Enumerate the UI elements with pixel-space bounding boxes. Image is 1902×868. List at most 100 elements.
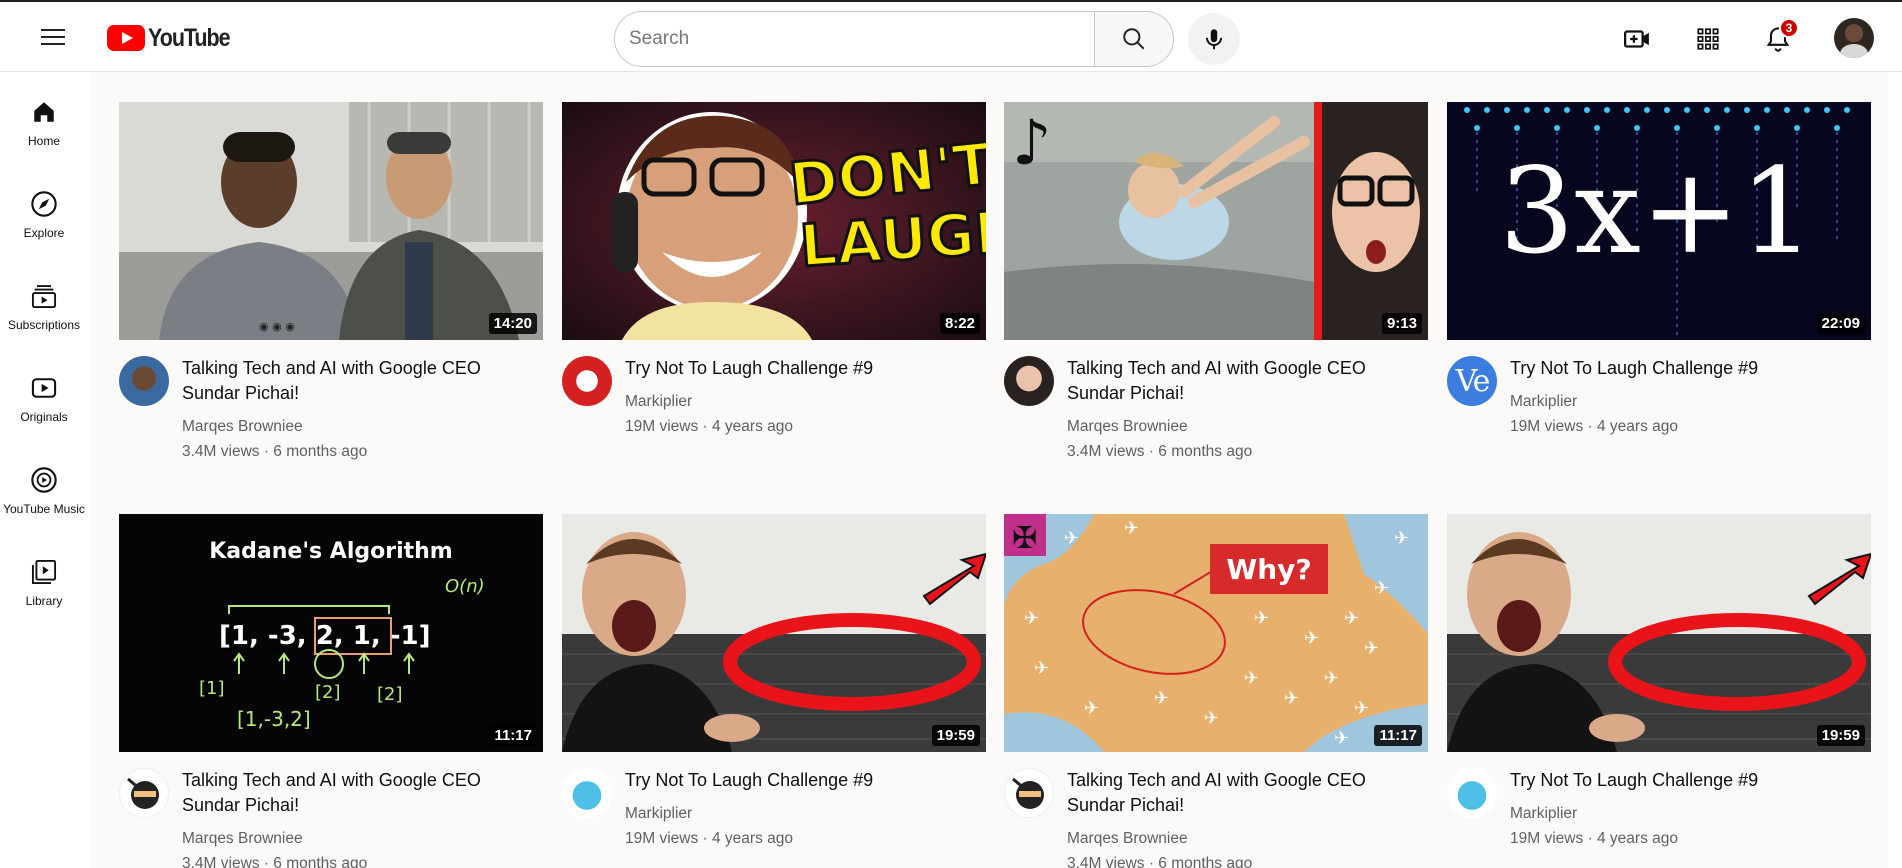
library-icon	[30, 558, 58, 586]
video-thumbnail[interactable]: ◉ ◉ ◉ 14:20	[119, 102, 543, 340]
notifications-button[interactable]: 3	[1761, 18, 1799, 56]
search-icon	[1123, 28, 1145, 50]
originals-icon	[30, 374, 58, 402]
video-duration: 8:22	[939, 313, 980, 334]
channel-name[interactable]: Markiplier	[625, 393, 692, 411]
video-card: ♪ 9:13 Talking Tech and AI with Google C…	[1004, 102, 1428, 460]
sidebar-item-home[interactable]: Home	[0, 72, 88, 152]
video-stats: 3.4M views · 6 months ago	[1067, 855, 1253, 868]
video-thumbnail[interactable]: Why? ✈ ✈ ✈ ✈ ✈ ✈ ✈ ✈ ✈ ✈ ✈ ✈ ✈ ✈ ✈ ✈ ✈ ✈ ✠ 11:17	[1004, 514, 1428, 752]
svg-text:✈: ✈	[1344, 608, 1359, 629]
video-title[interactable]: Talking Tech and AI with Google CEO Sund…	[182, 768, 532, 818]
youtube-logo[interactable]: YouTube	[107, 23, 243, 53]
map-thumbnail-art: Why? ✈ ✈✈✈✈✈✈ ✈✈✈✈✈✈✈ ✈✈✈✈ ✠	[1004, 514, 1428, 752]
sidebar-item-label: Explore	[23, 226, 65, 240]
video-stats: 19M views · 4 years ago	[625, 830, 793, 847]
channel-avatar-text: Ve	[1455, 363, 1491, 399]
video-stats: 3.4M views · 6 months ago	[182, 855, 368, 868]
sidebar-item-label: Originals	[20, 410, 68, 424]
channel-avatar[interactable]	[1004, 768, 1054, 818]
channel-name[interactable]: Markiplier	[1510, 393, 1577, 411]
top-bar: YouTube 3	[0, 0, 1902, 72]
svg-text:✈: ✈	[1204, 708, 1219, 729]
microphone-icon	[1205, 29, 1223, 50]
notification-badge: 3	[1779, 18, 1799, 38]
video-title[interactable]: Try Not To Laugh Challenge #9	[1510, 768, 1860, 793]
video-duration: 11:17	[489, 725, 537, 746]
sidebar-item-youtube-music[interactable]: YouTube Music	[0, 440, 88, 520]
video-thumbnail[interactable]: ♪ 9:13	[1004, 102, 1428, 340]
channel-name[interactable]: Marqes Browniee	[1067, 830, 1188, 848]
video-stats: 19M views · 4 years ago	[625, 418, 793, 435]
channel-name[interactable]: Marqes Browniee	[182, 830, 303, 848]
hamburger-menu-icon[interactable]	[36, 24, 70, 54]
video-meta: Talking Tech and AI with Google CEO Sund…	[119, 356, 543, 466]
video-meta: Try Not To Laugh Challenge #9 Markiplier…	[562, 356, 986, 466]
video-duration: 14:20	[488, 313, 537, 334]
channel-name[interactable]: Markiplier	[1510, 805, 1577, 823]
channel-name[interactable]: Markiplier	[625, 805, 692, 823]
video-title[interactable]: Talking Tech and AI with Google CEO Sund…	[1067, 356, 1417, 406]
video-thumbnail[interactable]: 19:59	[1447, 514, 1871, 752]
search-button[interactable]	[1094, 11, 1174, 67]
svg-text:✈: ✈	[1034, 658, 1049, 679]
channel-avatar[interactable]: Ve	[1447, 356, 1497, 406]
svg-text:✈: ✈	[1244, 668, 1259, 689]
video-stats: 19M views · 4 years ago	[1510, 830, 1678, 847]
channel-avatar[interactable]	[562, 768, 612, 818]
logo-text: YouTube	[148, 23, 231, 52]
video-grid: ◉ ◉ ◉ 14:20 Talking Tech and AI with Goo…	[90, 72, 1888, 868]
svg-text:✈: ✈	[1364, 638, 1379, 659]
voice-search-button[interactable]	[1188, 13, 1240, 65]
video-title[interactable]: Talking Tech and AI with Google CEO Sund…	[182, 356, 532, 406]
svg-text:[1]: [1]	[199, 678, 225, 699]
video-stats: 3.4M views · 6 months ago	[182, 443, 368, 460]
video-meta: Ve Try Not To Laugh Challenge #9 Markipl…	[1447, 356, 1871, 466]
search-input[interactable]	[614, 11, 1094, 67]
video-thumbnail[interactable]: DON'T LAUGH 8:22	[562, 102, 986, 340]
channel-avatar[interactable]	[1004, 356, 1054, 406]
svg-text:✈: ✈	[1084, 698, 1099, 719]
channel-avatar[interactable]	[119, 768, 169, 818]
video-meta: Talking Tech and AI with Google CEO Sund…	[119, 768, 543, 868]
video-thumbnail[interactable]: Kadane's Algorithm [1, -3, 2, 1, -1] [1]…	[119, 514, 543, 752]
video-meta: Try Not To Laugh Challenge #9 Markiplier…	[562, 768, 986, 868]
circled-floor-thumbnail-art	[1447, 514, 1871, 752]
video-title[interactable]: Try Not To Laugh Challenge #9	[625, 768, 975, 793]
channel-avatar[interactable]	[1447, 768, 1497, 818]
svg-text:O(n): O(n)	[445, 576, 485, 597]
svg-text:[2]: [2]	[377, 684, 403, 705]
channel-avatar[interactable]	[119, 356, 169, 406]
search-bar	[614, 11, 1174, 67]
home-icon	[30, 98, 58, 126]
thumbnail-text: Why?	[1226, 553, 1311, 586]
channel-name[interactable]: Marqes Browniee	[182, 418, 303, 436]
sidebar-item-explore[interactable]: Explore	[0, 164, 88, 244]
video-duration: 19:59	[1816, 725, 1865, 746]
create-video-button[interactable]	[1620, 22, 1654, 56]
thumbnail-text: 3x+1	[1499, 142, 1815, 280]
video-camera-add-icon	[1624, 30, 1649, 48]
sidebar-item-subscriptions[interactable]: Subscriptions	[0, 256, 88, 336]
video-title[interactable]: Try Not To Laugh Challenge #9	[1510, 356, 1860, 381]
apps-button[interactable]	[1691, 22, 1725, 56]
video-card: 19:59 Try Not To Laugh Challenge #9 Mark…	[1447, 514, 1871, 847]
svg-text:✈: ✈	[1254, 608, 1269, 629]
video-title[interactable]: Try Not To Laugh Challenge #9	[625, 356, 975, 381]
svg-text:[1,-3,2]: [1,-3,2]	[237, 707, 311, 731]
video-stats: 3.4M views · 6 months ago	[1067, 443, 1253, 460]
sidebar-item-label: Home	[27, 134, 60, 148]
user-avatar[interactable]	[1834, 18, 1874, 58]
apps-grid-icon	[1697, 28, 1719, 50]
ninja-icon	[1012, 777, 1044, 809]
channel-avatar[interactable]	[562, 356, 612, 406]
video-thumbnail[interactable]: 19:59	[562, 514, 986, 752]
video-thumbnail[interactable]: 3x+1 22:09	[1447, 102, 1871, 340]
channel-name[interactable]: Marqes Browniee	[1067, 418, 1188, 436]
sidebar-item-library[interactable]: Library	[0, 532, 88, 612]
video-title[interactable]: Talking Tech and AI with Google CEO Sund…	[1067, 768, 1417, 818]
svg-text:◉ ◉ ◉: ◉ ◉ ◉	[259, 320, 295, 333]
video-card: Why? ✈ ✈ ✈ ✈ ✈ ✈ ✈ ✈ ✈ ✈ ✈ ✈ ✈ ✈ ✈ ✈ ✈ ✈ ✠ 11:17 Talking …	[1004, 514, 1428, 868]
sidebar-item-originals[interactable]: Originals	[0, 348, 88, 428]
beach-thumbnail-art: ♪	[1004, 102, 1428, 340]
